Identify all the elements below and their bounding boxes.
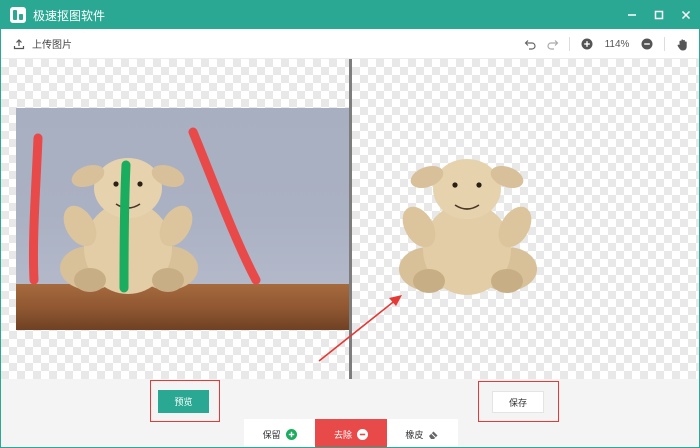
teddy-bear-photo <box>28 127 261 294</box>
redo-icon <box>546 40 558 50</box>
mode-keep[interactable]: 保留 <box>244 419 316 447</box>
preview-button[interactable]: 预览 <box>158 390 209 413</box>
app-window: 极速抠图软件 上传图片 114% 预览 保存 保留 去除 橡皮 <box>0 0 700 448</box>
eraser-icon <box>428 429 439 440</box>
upload-image-button[interactable]: 上传图片 <box>13 36 72 51</box>
result-image-pane[interactable] <box>352 59 699 379</box>
plus-circle-icon <box>285 428 297 440</box>
maximize-icon <box>654 10 663 20</box>
close-icon <box>681 10 690 20</box>
mode-eraser[interactable]: 橡皮 <box>386 419 458 447</box>
close-button[interactable] <box>672 1 699 29</box>
toolbar: 上传图片 114% <box>1 29 699 59</box>
mode-keep-label: 保留 <box>262 429 281 440</box>
teddy-bear-cutout <box>399 159 537 295</box>
minimize-button[interactable] <box>618 1 645 29</box>
mode-remove-label: 去除 <box>333 429 352 440</box>
minus-circle-icon <box>357 428 368 440</box>
workspace <box>1 59 699 379</box>
brush-mode-selector: 保留 去除 橡皮 <box>244 419 458 447</box>
save-button[interactable]: 保存 <box>492 391 544 413</box>
window-controls <box>618 1 699 29</box>
original-image-pane[interactable] <box>1 59 349 379</box>
undo-button[interactable] <box>519 33 541 55</box>
zoom-in-button[interactable] <box>576 33 598 55</box>
redo-button[interactable] <box>541 33 563 55</box>
toolbar-divider <box>569 37 570 51</box>
zoom-in-icon <box>581 38 593 50</box>
toolbar-divider <box>664 37 665 51</box>
cutout-result <box>387 149 547 309</box>
original-photo[interactable] <box>16 108 349 330</box>
upload-label: 上传图片 <box>32 40 72 51</box>
hand-icon <box>677 38 687 50</box>
hand-tool-button[interactable] <box>671 33 693 55</box>
toolbar-tools: 114% <box>519 29 693 59</box>
zoom-level: 114% <box>604 38 630 50</box>
upload-icon <box>13 38 25 49</box>
window-title: 极速抠图软件 <box>33 8 106 23</box>
undo-icon <box>524 40 536 50</box>
mode-eraser-label: 橡皮 <box>405 429 424 440</box>
maximize-button[interactable] <box>645 1 672 29</box>
mode-remove[interactable]: 去除 <box>315 419 387 447</box>
app-logo-icon <box>10 7 26 23</box>
minimize-icon <box>627 14 636 16</box>
zoom-out-button[interactable] <box>636 33 658 55</box>
title-bar: 极速抠图软件 <box>1 1 699 29</box>
zoom-out-icon <box>641 38 653 50</box>
